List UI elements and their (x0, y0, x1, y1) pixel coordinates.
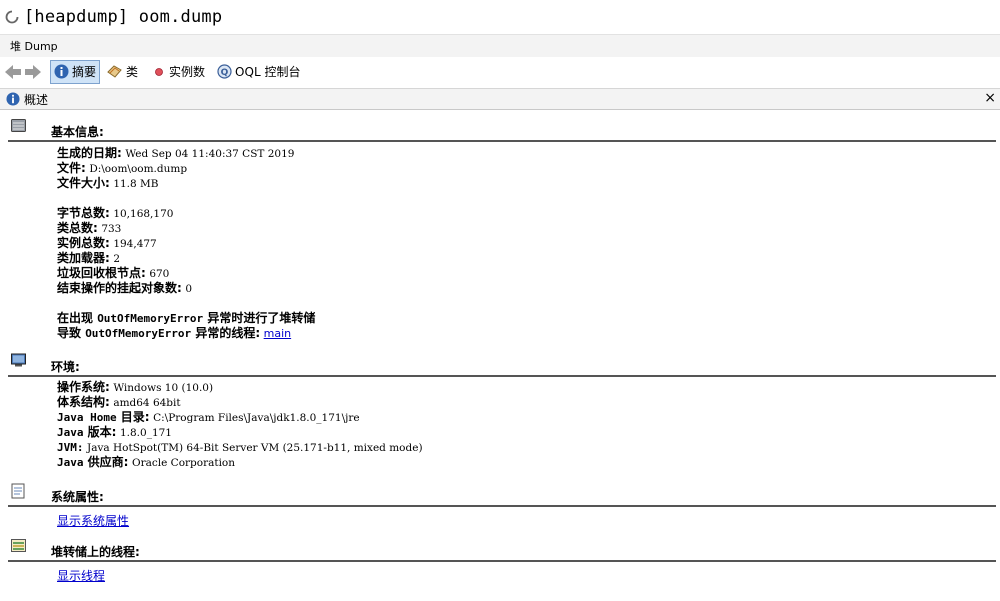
window-title: [heapdump] oom.dump (24, 7, 223, 27)
field-file-size: 文件大小: 11.8 MB (57, 176, 159, 190)
section-divider (8, 505, 996, 507)
field-pending-finalization: 结束操作的挂起对象数: 0 (57, 281, 192, 295)
section-system-properties: 系统属性: (0, 483, 1000, 509)
overview-panel-header: 概述 × (0, 88, 1000, 110)
oom-dump-note: 在出现 OutOfMemoryError 异常时进行了堆转储 (57, 311, 316, 325)
field-dump-date: 生成的日期: Wed Sep 04 11:40:37 CST 2019 (57, 146, 295, 160)
tab-instances-label: 实例数 (169, 65, 206, 79)
section-system-properties-title: 系统属性: (51, 490, 104, 504)
section-environment: 环境: (0, 353, 1000, 379)
show-system-properties-link[interactable]: 显示系统属性 (57, 514, 129, 528)
chip-icon (11, 119, 26, 132)
oom-thread-link[interactable]: main (264, 327, 291, 340)
info-icon (54, 64, 69, 79)
toolbar: 摘要 类 实例数 Q OQL 控制台 (0, 57, 1000, 86)
section-threads-title: 堆转储上的线程: (51, 545, 140, 559)
field-gc-roots: 垃圾回收根节点: 670 (57, 266, 170, 280)
field-total-bytes: 字节总数: 10,168,170 (57, 206, 174, 220)
section-basic-info: 基本信息: (0, 118, 1000, 144)
field-total-classes: 类总数: 733 (57, 221, 122, 235)
oql-icon: Q (217, 64, 232, 79)
section-divider (8, 140, 996, 142)
field-class-loaders: 类加载器: 2 (57, 251, 120, 265)
tab-summary-label: 摘要 (72, 65, 97, 79)
tab-oql-console-label: OQL 控制台 (235, 65, 301, 79)
field-java-version: Java 版本: 1.8.0_171 (57, 425, 172, 439)
document-icon (11, 483, 25, 499)
field-architecture: 体系结构: amd64 64bit (57, 395, 181, 409)
tab-summary[interactable]: 摘要 (50, 59, 101, 84)
field-os: 操作系统: Windows 10 (10.0) (57, 380, 214, 394)
instances-icon (155, 67, 163, 76)
summary-content: 基本信息: 生成的日期: Wed Sep 04 11:40:37 CST 201… (0, 110, 1000, 601)
field-java-home: Java Home 目录: C:\Program Files\Java\jdk1… (57, 410, 360, 424)
tab-classes[interactable]: 类 (102, 60, 142, 84)
monitor-icon (11, 353, 26, 367)
threads-icon (11, 539, 26, 552)
classes-icon (107, 65, 122, 78)
tab-oql-console[interactable]: Q OQL 控制台 (213, 60, 304, 84)
section-threads-at-dump: 堆转储上的线程: (0, 538, 1000, 564)
field-total-instances: 实例总数: 194,477 (57, 236, 157, 250)
section-basic-info-title: 基本信息: (51, 125, 104, 139)
show-threads-link[interactable]: 显示线程 (57, 569, 105, 583)
svg-text:Q: Q (221, 68, 229, 78)
oom-thread-note: 导致 OutOfMemoryError 异常的线程: main (57, 326, 292, 340)
tab-classes-label: 类 (126, 65, 139, 79)
section-divider (8, 375, 996, 377)
forward-arrow-icon[interactable] (24, 63, 42, 81)
field-jvm: JVM: Java HotSpot(TM) 64-Bit Server VM (… (57, 441, 423, 454)
info-icon (6, 92, 20, 106)
loading-spinner-icon (5, 10, 19, 24)
field-java-vendor: Java 供应商: Oracle Corporation (57, 455, 236, 469)
back-arrow-icon[interactable] (4, 63, 22, 81)
breadcrumb: 堆 Dump (0, 34, 1000, 58)
section-divider (8, 560, 996, 562)
breadcrumb-label[interactable]: 堆 Dump (10, 38, 58, 54)
close-icon[interactable]: × (984, 90, 996, 106)
overview-panel-title: 概述 (24, 92, 49, 107)
tab-instances[interactable]: 实例数 (148, 60, 209, 84)
section-environment-title: 环境: (51, 360, 80, 374)
field-file: 文件: D:\oom\oom.dump (57, 161, 188, 175)
window-titlebar: [heapdump] oom.dump (0, 0, 1000, 34)
